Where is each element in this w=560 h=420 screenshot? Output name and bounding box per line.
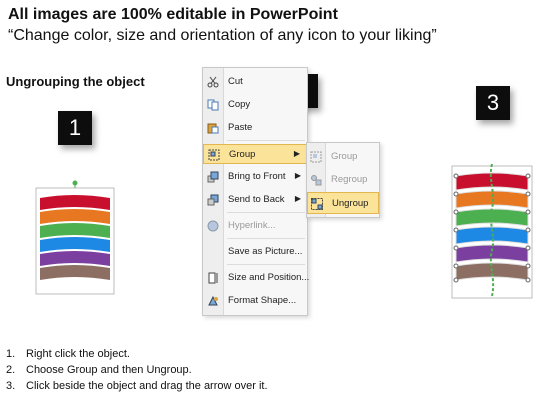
menu-item-label: Group	[229, 149, 256, 160]
step-1-badge: 1	[58, 111, 92, 145]
selection-handle[interactable]	[453, 277, 459, 283]
instruction-item: 2. Choose Group and then Ungroup.	[6, 362, 268, 378]
menu-separator	[227, 238, 305, 239]
selection-handle[interactable]	[453, 173, 459, 179]
submenu-item-label: Regroup	[331, 174, 368, 185]
selection-handle[interactable]	[525, 245, 531, 251]
selection-handle[interactable]	[453, 263, 459, 269]
ribbon-red	[40, 195, 110, 210]
instruction-text: Click beside the object and drag the arr…	[26, 380, 268, 392]
selection-handle[interactable]	[453, 227, 459, 233]
instruction-text: Right click the object.	[26, 348, 130, 360]
format-shape-icon	[207, 295, 219, 307]
bring-to-front-icon	[207, 171, 219, 183]
instruction-item: 3. Click beside the object and drag the a…	[6, 378, 268, 394]
menu-item-paste[interactable]: Paste	[203, 118, 307, 138]
group-icon	[208, 149, 220, 161]
menu-item-cut[interactable]: Cut	[203, 72, 307, 92]
menu-separator	[227, 140, 305, 141]
menu-item-label: Cut	[228, 76, 243, 87]
regroup-icon	[310, 174, 322, 186]
ungrouped-ribbon-object[interactable]	[450, 160, 534, 300]
submenu-item-label: Group	[331, 151, 358, 162]
selection-handle[interactable]	[525, 209, 531, 215]
ribbon-brown	[40, 265, 110, 280]
ribbon-purple	[40, 251, 110, 266]
section-title: Ungrouping the object	[6, 74, 145, 89]
ribbon-stack	[40, 195, 110, 280]
selection-handle[interactable]	[525, 277, 531, 283]
menu-separator	[227, 264, 305, 265]
menu-item-label: Hyperlink...	[228, 220, 276, 231]
send-to-back-icon	[207, 194, 219, 206]
instruction-number: 3.	[6, 380, 16, 392]
menu-item-hyperlink: Hyperlink...	[203, 216, 307, 236]
group-submenu: Group Regroup Ungroup	[306, 142, 380, 218]
grouped-ribbon-object[interactable]	[34, 180, 116, 298]
context-menu: Cut Copy Paste Group ▶ Bring to Front ▶ …	[202, 67, 310, 316]
menu-item-send-to-back[interactable]: Send to Back ▶	[203, 190, 307, 210]
scissors-icon	[207, 76, 219, 88]
instruction-number: 2.	[6, 364, 16, 376]
page-title: All images are 100% editable in PowerPoi…	[8, 6, 338, 23]
menu-item-format-shape[interactable]: Format Shape...	[203, 291, 307, 311]
instruction-list: 1. Right click the object. 2. Choose Group…	[6, 346, 268, 394]
selection-handle[interactable]	[453, 209, 459, 215]
paste-icon	[207, 122, 219, 134]
submenu-arrow-icon: ▶	[294, 171, 301, 180]
hyperlink-icon	[207, 220, 219, 232]
selection-handle[interactable]	[525, 173, 531, 179]
instruction-item: 1. Right click the object.	[6, 346, 268, 362]
submenu-item-ungroup[interactable]: Ungroup	[307, 192, 379, 214]
menu-item-label: Format Shape...	[228, 295, 297, 306]
menu-item-label: Save as Picture...	[228, 246, 303, 257]
ribbon-blue	[40, 237, 110, 252]
menu-item-label: Paste	[228, 122, 253, 133]
selection-handle[interactable]	[453, 191, 459, 197]
group-icon	[310, 151, 322, 163]
menu-item-group[interactable]: Group ▶	[203, 144, 307, 164]
step-3-badge: 3	[476, 86, 510, 120]
selection-handle[interactable]	[453, 245, 459, 251]
menu-item-bring-to-front[interactable]: Bring to Front ▶	[203, 167, 307, 187]
submenu-item-group: Group	[307, 146, 379, 168]
rotate-handle[interactable]	[72, 180, 78, 186]
menu-item-label: Copy	[228, 99, 251, 110]
selection-handle[interactable]	[525, 191, 531, 197]
ungroup-icon	[311, 198, 323, 210]
menu-item-copy[interactable]: Copy	[203, 95, 307, 115]
menu-item-label: Send to Back	[228, 194, 285, 205]
instruction-number: 1.	[6, 348, 16, 360]
ribbon-green	[40, 223, 110, 238]
menu-item-size-and-position[interactable]: Size and Position...	[203, 268, 310, 288]
submenu-item-regroup: Regroup	[307, 169, 379, 191]
instruction-text: Choose Group and then Ungroup.	[26, 364, 192, 376]
page-subtitle: “Change color, size and orientation of a…	[8, 27, 437, 44]
size-position-icon	[207, 272, 219, 284]
ribbon-orange	[40, 209, 110, 224]
menu-item-label: Size and Position...	[228, 272, 310, 283]
submenu-arrow-icon: ▶	[293, 149, 300, 158]
submenu-item-label: Ungroup	[332, 198, 369, 209]
selection-handle[interactable]	[525, 227, 531, 233]
menu-item-label: Bring to Front	[228, 171, 286, 182]
menu-item-save-as-picture[interactable]: Save as Picture...	[203, 242, 307, 262]
copy-icon	[207, 99, 219, 111]
menu-separator	[227, 212, 305, 213]
submenu-arrow-icon: ▶	[294, 194, 301, 203]
selection-handle[interactable]	[525, 263, 531, 269]
